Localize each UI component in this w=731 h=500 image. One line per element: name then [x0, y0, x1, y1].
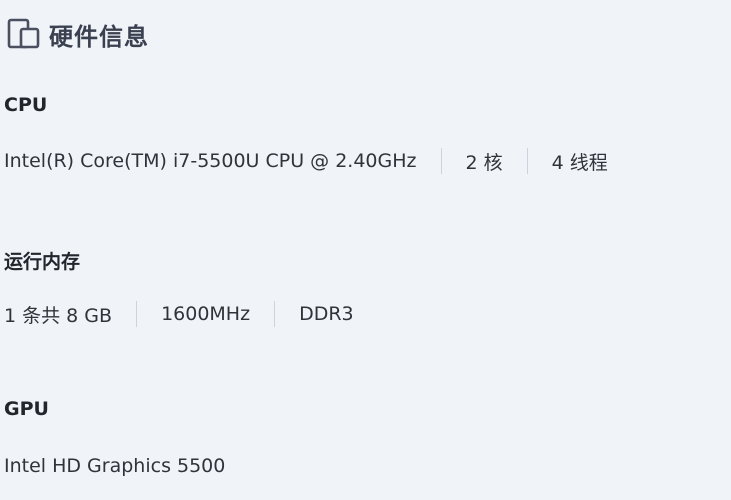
cpu-info-row: Intel(R) Core(TM) i7-5500U CPU @ 2.40GHz…	[4, 146, 608, 176]
cpu-model: Intel(R) Core(TM) i7-5500U CPU @ 2.40GHz	[4, 150, 417, 172]
memory-section-title: 运行内存	[4, 251, 81, 273]
memory-info-row: 1 条共 8 GB 1600MHz DDR3	[4, 299, 354, 329]
separator	[274, 301, 276, 327]
cpu-threads: 4 线程	[551, 151, 608, 174]
memory-type: DDR3	[299, 303, 354, 325]
memory-speed: 1600MHz	[161, 303, 251, 325]
page-title: 硬件信息	[49, 22, 149, 51]
devices-icon	[7, 18, 41, 50]
hardware-info-header: 硬件信息	[7, 18, 149, 51]
gpu-info-row: Intel HD Graphics 5500	[4, 451, 225, 481]
separator	[136, 301, 138, 327]
separator	[440, 148, 442, 174]
cpu-section-title: CPU	[4, 94, 48, 116]
memory-summary: 1 条共 8 GB	[4, 304, 113, 327]
gpu-model: Intel HD Graphics 5500	[4, 455, 226, 477]
separator	[526, 148, 528, 174]
cpu-cores: 2 核	[465, 151, 503, 174]
gpu-section-title: GPU	[4, 398, 49, 420]
